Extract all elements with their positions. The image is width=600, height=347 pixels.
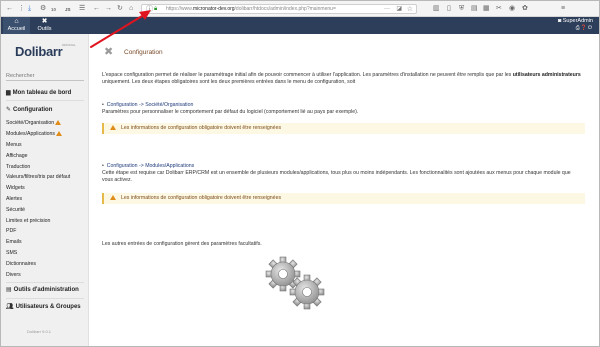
sidebar-item-pdf[interactable]: PDF [6, 228, 16, 234]
browser-toolbar: ← ⋮ ⤓ ⚙ 10 JS ☰ ← → ↻ ⌂ ⓘ 🔒︎ https://www… [1, 1, 599, 17]
sidebar-item-limites[interactable]: Limites et précision [6, 218, 50, 224]
sidebar-item-affichage[interactable]: Affichage [6, 153, 28, 159]
pocket-icon[interactable]: ◪ [396, 5, 402, 14]
gears-icon [265, 256, 325, 310]
info-icon[interactable]: ⓘ [146, 5, 153, 14]
home-icon: ⌂ [14, 18, 19, 25]
outro-text: Les autres entrées de configuration gère… [102, 241, 262, 247]
nav-back-icon[interactable]: ← [93, 5, 100, 13]
mask-icon[interactable]: ◉ [509, 5, 515, 13]
server-icon: ▤ [6, 287, 12, 293]
help-icon[interactable]: ❓ [581, 25, 588, 31]
home-browser-icon[interactable]: ⌂ [129, 5, 133, 13]
url-text[interactable]: https://www.micronator-dev.org/dolibarr/… [166, 5, 336, 14]
tab-label: Accueil [7, 26, 26, 32]
sidebar-toggle-icon[interactable]: ▯ [447, 5, 451, 13]
sidebar-item-dashboard[interactable]: ▆ Mon tableau de bord [6, 89, 71, 96]
warning-icon [110, 125, 116, 130]
sidebar-item-sms[interactable]: SMS [6, 250, 17, 256]
container-icon[interactable]: ▦ [483, 5, 490, 13]
warning-icon [56, 131, 63, 136]
reload-icon[interactable]: ↻ [117, 5, 123, 13]
step2-warning: Les informations de configuration obliga… [102, 193, 585, 204]
user-actions: ⎙❓⏻ [558, 25, 593, 32]
bookmark-star-icon[interactable]: ☆ [407, 5, 413, 14]
tab-outils[interactable]: ✖ Outils [31, 17, 58, 34]
page-actions-icon[interactable]: ··· [384, 5, 390, 13]
divider [6, 298, 84, 299]
warning-icon [110, 195, 116, 200]
step2-link[interactable]: • Configuration -> Modules/Applications [102, 163, 194, 169]
user-name[interactable]: ◙ SuperAdmin [558, 18, 593, 25]
sidebar-item-admin-tools[interactable]: ▤ Outils d'administration [6, 286, 79, 293]
sidebar-item-traduction[interactable]: Traduction [6, 164, 30, 170]
step2-description: Cette étape est requise car Dolibarr ERP… [102, 170, 571, 183]
sidebar-item-dictionnaires[interactable]: Dictionnaires [6, 261, 36, 267]
sidebar-item-modules[interactable]: Modules/Applications [6, 131, 63, 137]
tools-icon: ✖ [104, 46, 114, 58]
addon-icon[interactable]: ✿ [522, 5, 528, 13]
step1-description: Paramètres pour personnaliser le comport… [102, 109, 359, 115]
top-menu-bar: ⌂ Accueil ✖ Outils ◙ SuperAdmin ⎙❓⏻ [1, 17, 599, 34]
main-content: ✖ Configuration L'espace configuration p… [89, 34, 599, 346]
nav-forward-icon[interactable]: → [105, 5, 112, 13]
apps-icon[interactable]: ⋮ [18, 5, 25, 13]
divider [6, 282, 84, 283]
wrench-icon: ✎ [6, 107, 12, 113]
user-icon: ◙ [557, 18, 562, 24]
lock-icon[interactable]: 🔒︎ [154, 5, 157, 14]
version-label: Dolibarr 9.0.1 [27, 329, 52, 334]
sidebar-item-widgets[interactable]: Widgets [6, 185, 25, 191]
left-sidebar: Dolibarr OFFICIAL ▆Mon tableau de bord ✎… [1, 34, 89, 346]
sidebar-item-users[interactable]: 👥︎ Utilisateurs & Groupes [6, 303, 81, 310]
intro-text: L'espace configuration permet de réalise… [102, 72, 581, 85]
step1-link[interactable]: • Configuration -> Société/Organisation [102, 102, 193, 108]
step1-warning: Les informations de configuration obliga… [102, 123, 585, 134]
warning-icon [55, 120, 62, 125]
sidebar-item-menus[interactable]: Menus [6, 142, 22, 148]
search-input[interactable] [6, 72, 84, 81]
extension-icon[interactable]: ⚙ [40, 5, 46, 13]
screenshot-frame: ← ⋮ ⤓ ⚙ 10 JS ☰ ← → ↻ ⌂ ⓘ 🔒︎ https://www… [0, 0, 600, 347]
tools-icon: ✖ [41, 18, 48, 25]
logo[interactable]: Dolibarr OFFICIAL [15, 43, 76, 59]
library-icon[interactable]: ▥ [433, 5, 440, 13]
sidebar-item-configuration[interactable]: ✎ Configuration [6, 106, 52, 113]
page-title: Configuration [124, 49, 163, 56]
download-icon[interactable]: ⤓ [28, 5, 31, 13]
adblock-icon[interactable]: ⛨ [459, 5, 464, 13]
sidebar-item-emails[interactable]: Emails [6, 239, 22, 245]
tab-label: Outils [37, 26, 52, 32]
screenshot-icon[interactable]: ✂ [496, 5, 502, 13]
sidebar-item-societe[interactable]: Société/Organisation [6, 120, 62, 126]
sidebar-item-divers[interactable]: Divers [6, 272, 21, 278]
js-toggle[interactable]: JS [65, 6, 71, 14]
dashboard-icon: ▆ [6, 90, 11, 96]
logout-icon[interactable]: ⏻ [588, 25, 593, 31]
url-bar[interactable]: ⓘ 🔒︎ https://www.micronator-dev.org/doli… [141, 4, 417, 14]
reader-icon[interactable]: ▤ [471, 5, 478, 13]
users-icon: 👥︎ [6, 304, 14, 310]
tab-accueil[interactable]: ⌂ Accueil [3, 17, 30, 34]
browser-menu-icon[interactable]: ≡ [561, 5, 565, 13]
sidebar-item-defaults[interactable]: Valeurs/filtres/tris par défaut [6, 174, 70, 180]
badge-count[interactable]: 10 [51, 6, 56, 14]
menu-icon[interactable]: ☰ [79, 5, 85, 13]
back-icon[interactable]: ← [6, 5, 13, 13]
user-area: ◙ SuperAdmin ⎙❓⏻ [558, 18, 593, 32]
sidebar-item-alertes[interactable]: Alertes [6, 196, 22, 202]
divider [6, 100, 84, 101]
sidebar-item-securite[interactable]: Sécurité [6, 207, 25, 213]
